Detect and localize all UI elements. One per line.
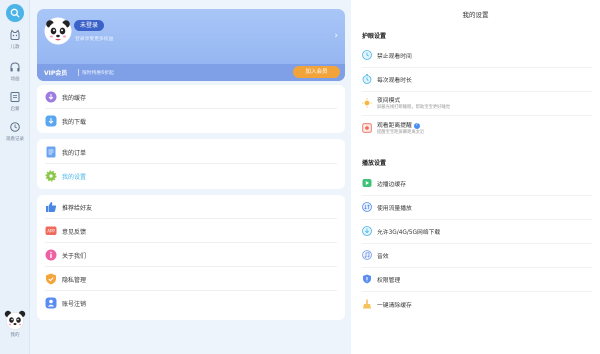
menu-item-my-cache[interactable]: 我的缓存 xyxy=(37,85,345,109)
setting-label: 禁止观看时间 xyxy=(377,54,412,60)
info-icon xyxy=(45,249,57,261)
menu-item-label: 我的设置 xyxy=(62,174,87,181)
chevron-right-icon[interactable]: › xyxy=(334,31,338,41)
login-area[interactable]: 未登录 登录享受更多权益 › xyxy=(37,9,345,54)
menu-item-label: 我的缓存 xyxy=(62,95,87,102)
rail-item-cartoon[interactable]: 动画 xyxy=(0,61,30,82)
menu-item-my-orders[interactable]: 我的订单 xyxy=(37,140,345,164)
menu-item-my-settings[interactable]: 我的设置 xyxy=(37,164,345,188)
menu-item-my-downloads[interactable]: 我的下载 xyxy=(37,109,345,133)
menu-group-account: 我的订单 我的设置 xyxy=(37,139,345,189)
rail-item-songs[interactable]: 儿歌 xyxy=(0,29,30,50)
menu-group-downloads: 我的缓存 我的下载 xyxy=(37,85,345,133)
search-button[interactable] xyxy=(6,4,24,22)
setting-row-watch-duration[interactable]: 每次观看时长 xyxy=(362,68,592,92)
download-cache-icon xyxy=(45,91,57,103)
download-icon xyxy=(45,115,57,127)
rail-label: 观看记录 xyxy=(6,137,24,142)
data-traffic-icon xyxy=(362,202,372,212)
login-subtitle: 登录享受更多权益 xyxy=(75,37,114,42)
distance-icon xyxy=(362,123,372,133)
setting-label: 夜间模式 xyxy=(377,98,401,104)
menu-item-label: 隐私管理 xyxy=(62,277,87,284)
clock-icon xyxy=(362,50,372,60)
setting-label: 边播边缓存 xyxy=(377,182,406,188)
rail-item-enlightenment[interactable]: 启蒙 xyxy=(0,91,30,112)
menu-group-misc: 推荐给好友 APP 意见反馈 关于我们 隐私管理 账号注销 xyxy=(37,195,345,320)
menu-item-label: 推荐给好友 xyxy=(62,205,93,212)
rail-label: 启蒙 xyxy=(10,107,20,112)
join-vip-button[interactable]: 加入会员 xyxy=(293,66,340,78)
panda-avatar[interactable] xyxy=(4,309,26,331)
menu-item-about[interactable]: 关于我们 xyxy=(37,243,345,267)
vip-subtitle: 限时特惠6折起 xyxy=(82,71,114,76)
play-cache-icon xyxy=(362,179,372,187)
setting-row-permissions[interactable]: 权限管理 xyxy=(362,268,592,292)
gear-icon xyxy=(45,170,57,182)
setting-row-cache-while-playing[interactable]: 边播边缓存 xyxy=(362,172,592,196)
profile-card: 未登录 登录享受更多权益 › VIP会员 限时特惠6折起 加入会员 xyxy=(37,9,345,81)
menu-item-deactivate[interactable]: 账号注销 xyxy=(37,291,345,315)
broom-icon xyxy=(363,299,371,309)
menu-item-label: 意见反馈 xyxy=(62,229,87,236)
setting-label: 权限管理 xyxy=(377,278,401,284)
vip-divider xyxy=(78,69,79,76)
rail-avatar-label: 我的 xyxy=(10,333,20,338)
setting-row-forbidden-time[interactable]: 禁止观看时间 xyxy=(362,44,592,68)
search-icon xyxy=(10,8,20,18)
setting-row-night-mode[interactable]: 夜间模式 屏蔽光线打断睡眠，帮助宝宝更好睡觉 xyxy=(362,92,592,116)
setting-label: 观看距离提醒? xyxy=(377,120,420,129)
menu-item-feedback[interactable]: APP 意见反馈 xyxy=(37,219,345,243)
menu-item-label: 我的下载 xyxy=(62,119,87,126)
clock-icon xyxy=(10,122,20,132)
vip-title: VIP会员 xyxy=(44,70,68,77)
menu-item-label: 我的订单 xyxy=(62,150,87,157)
setting-row-sound-effect[interactable]: 音效 xyxy=(362,244,592,268)
menu-item-recommend[interactable]: 推荐给好友 xyxy=(37,195,345,219)
setting-label: 音效 xyxy=(377,254,389,260)
settings-panel: 我的设置 护眼设置 禁止观看时间 每次观看时长 夜间模式 屏蔽光线打断睡眠，帮助… xyxy=(351,0,600,354)
menu-item-label: 账号注销 xyxy=(62,301,87,308)
menu-item-privacy[interactable]: 隐私管理 xyxy=(37,267,345,291)
shield-icon xyxy=(46,273,56,285)
rail-item-history[interactable]: 观看记录 xyxy=(0,121,30,142)
setting-label: 使用流量播放 xyxy=(377,206,412,212)
section-eye-protection: 护眼设置 xyxy=(362,33,387,40)
section-playback: 播放设置 xyxy=(362,160,387,167)
setting-row-distance-reminder[interactable]: 观看距离提醒? 提醒宝宝距屏幕距离太近 xyxy=(362,117,592,141)
setting-description: 提醒宝宝距屏幕距离太近 xyxy=(377,130,425,135)
divider xyxy=(362,115,592,116)
left-rail: 儿歌 动画 启蒙 观看记录 我的 xyxy=(0,0,30,354)
setting-label: 一键清除缓存 xyxy=(377,303,412,309)
cat-icon xyxy=(10,29,20,40)
book-icon xyxy=(10,92,20,102)
panda-avatar xyxy=(44,17,72,45)
setting-row-use-data[interactable]: 使用流量播放 xyxy=(362,196,592,220)
account-icon xyxy=(45,297,57,309)
thumbs-up-icon xyxy=(46,202,57,212)
svg-text:APP: APP xyxy=(47,229,55,234)
setting-row-mobile-download[interactable]: 允许3G/4G/5G网络下载 xyxy=(362,220,592,244)
music-note-icon xyxy=(362,250,372,260)
page-title: 我的设置 xyxy=(462,11,489,19)
headphones-icon xyxy=(10,62,20,72)
setting-label: 允许3G/4G/5G网络下载 xyxy=(377,230,441,236)
order-icon xyxy=(46,146,56,158)
sun-icon xyxy=(362,98,372,108)
menu-item-label: 关于我们 xyxy=(62,253,87,260)
rail-label: 动画 xyxy=(10,77,20,82)
vip-bar: VIP会员 限时特惠6折起 加入会员 xyxy=(37,64,345,81)
login-button[interactable]: 未登录 xyxy=(74,20,105,31)
setting-row-clear-cache[interactable]: 一键清除缓存 xyxy=(362,293,592,317)
divider xyxy=(362,291,592,292)
shield-icon xyxy=(363,274,371,284)
network-download-icon xyxy=(362,226,372,236)
rail-label: 儿歌 xyxy=(10,45,20,50)
setting-description: 屏蔽光线打断睡眠，帮助宝宝更好睡觉 xyxy=(377,105,451,110)
profile-menu-column: 未登录 登录享受更多权益 › VIP会员 限时特惠6折起 加入会员 我的缓存 我 xyxy=(37,0,345,354)
setting-label: 每次观看时长 xyxy=(377,78,412,84)
timer-icon xyxy=(362,74,372,84)
feedback-icon: APP xyxy=(45,226,57,235)
